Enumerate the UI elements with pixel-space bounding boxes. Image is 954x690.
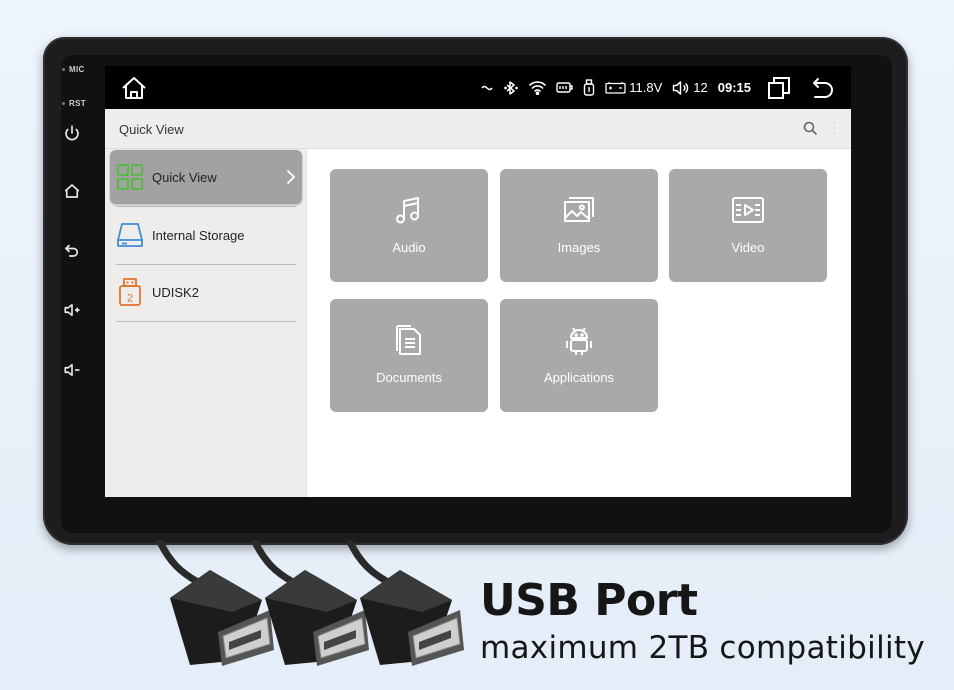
usb-cables-illustration — [156, 540, 464, 666]
recent-apps-icon[interactable] — [767, 76, 791, 100]
usb-cable-1 — [156, 540, 274, 666]
page-title: Quick View — [119, 122, 184, 137]
status-icons: 11.8V 12 09:15 — [481, 66, 835, 109]
images-icon — [564, 197, 594, 222]
app-title-bar: Quick View — [105, 109, 851, 149]
home-button[interactable] — [57, 176, 87, 206]
volume-down-button[interactable] — [57, 355, 87, 385]
power-icon — [65, 125, 79, 141]
video-icon — [732, 197, 764, 223]
usb-disk-icon: 2 — [119, 278, 141, 306]
usb-stick-icon — [584, 79, 595, 96]
clock: 09:15 — [717, 80, 751, 95]
volume-up-icon — [64, 303, 80, 317]
tile-label: Applications — [543, 370, 615, 385]
wifi-icon — [529, 81, 547, 95]
voltage-readout: 11.8V — [629, 80, 663, 95]
tile-label: Video — [731, 240, 765, 255]
speaker-icon — [673, 80, 689, 95]
music-note-icon — [396, 197, 419, 224]
category-grid: Audio Images Video Documents Application… — [307, 149, 851, 497]
sidebar-item-quick-view[interactable]: Quick View — [110, 150, 302, 204]
sd-card-icon — [556, 82, 573, 93]
tile-applications[interactable]: Applications — [500, 299, 658, 412]
tile-documents[interactable]: Documents — [330, 299, 488, 412]
home-outline-icon — [122, 77, 146, 99]
status-home-button[interactable] — [119, 73, 149, 103]
link-icon — [481, 85, 493, 90]
sidebar-item-label: Quick View — [152, 170, 217, 185]
storage-icon — [117, 223, 143, 247]
back-arrow-icon[interactable] — [811, 76, 835, 100]
banner-title: USB Port — [480, 575, 698, 626]
sidebar-item-label: Internal Storage — [152, 228, 245, 243]
home-icon — [64, 184, 80, 198]
banner-subtitle: maximum 2TB compatibility — [480, 630, 925, 666]
tile-label: Images — [557, 240, 601, 255]
tile-label: Documents — [376, 370, 442, 385]
back-icon — [65, 244, 79, 257]
sidebar-item-label: UDISK2 — [152, 285, 199, 300]
volume-up-button[interactable] — [57, 295, 87, 325]
status-bar: 11.8V 12 09:15 — [105, 66, 851, 109]
divider — [116, 321, 296, 322]
android-icon — [566, 327, 592, 355]
volume-level: 12 — [693, 80, 708, 95]
tile-images[interactable]: Images — [500, 169, 658, 282]
screen: 11.8V 12 09:15 Quick View Quick View Int… — [105, 66, 851, 497]
bluetooth-icon — [504, 80, 519, 95]
documents-icon — [396, 325, 421, 355]
volume-down-icon — [64, 363, 80, 377]
tile-label: Audio — [392, 240, 426, 255]
tile-video[interactable]: Video — [669, 169, 827, 282]
grid-icon — [117, 164, 143, 190]
search-icon[interactable] — [803, 121, 817, 135]
power-button[interactable] — [57, 118, 87, 148]
chevron-right-icon — [287, 170, 296, 184]
sidebar: Quick View Internal Storage 2 UDISK2 — [105, 149, 307, 497]
battery-icon — [605, 82, 626, 94]
divider — [116, 206, 296, 207]
rst-label: RST — [62, 99, 86, 108]
mic-label: MIC — [62, 65, 85, 74]
more-options-icon[interactable] — [833, 122, 836, 134]
svg-text:2: 2 — [127, 293, 133, 305]
tile-audio[interactable]: Audio — [330, 169, 488, 282]
sidebar-item-internal-storage[interactable]: Internal Storage — [110, 208, 302, 262]
sidebar-item-udisk2[interactable]: 2 UDISK2 — [110, 265, 302, 319]
back-button[interactable] — [57, 235, 87, 265]
